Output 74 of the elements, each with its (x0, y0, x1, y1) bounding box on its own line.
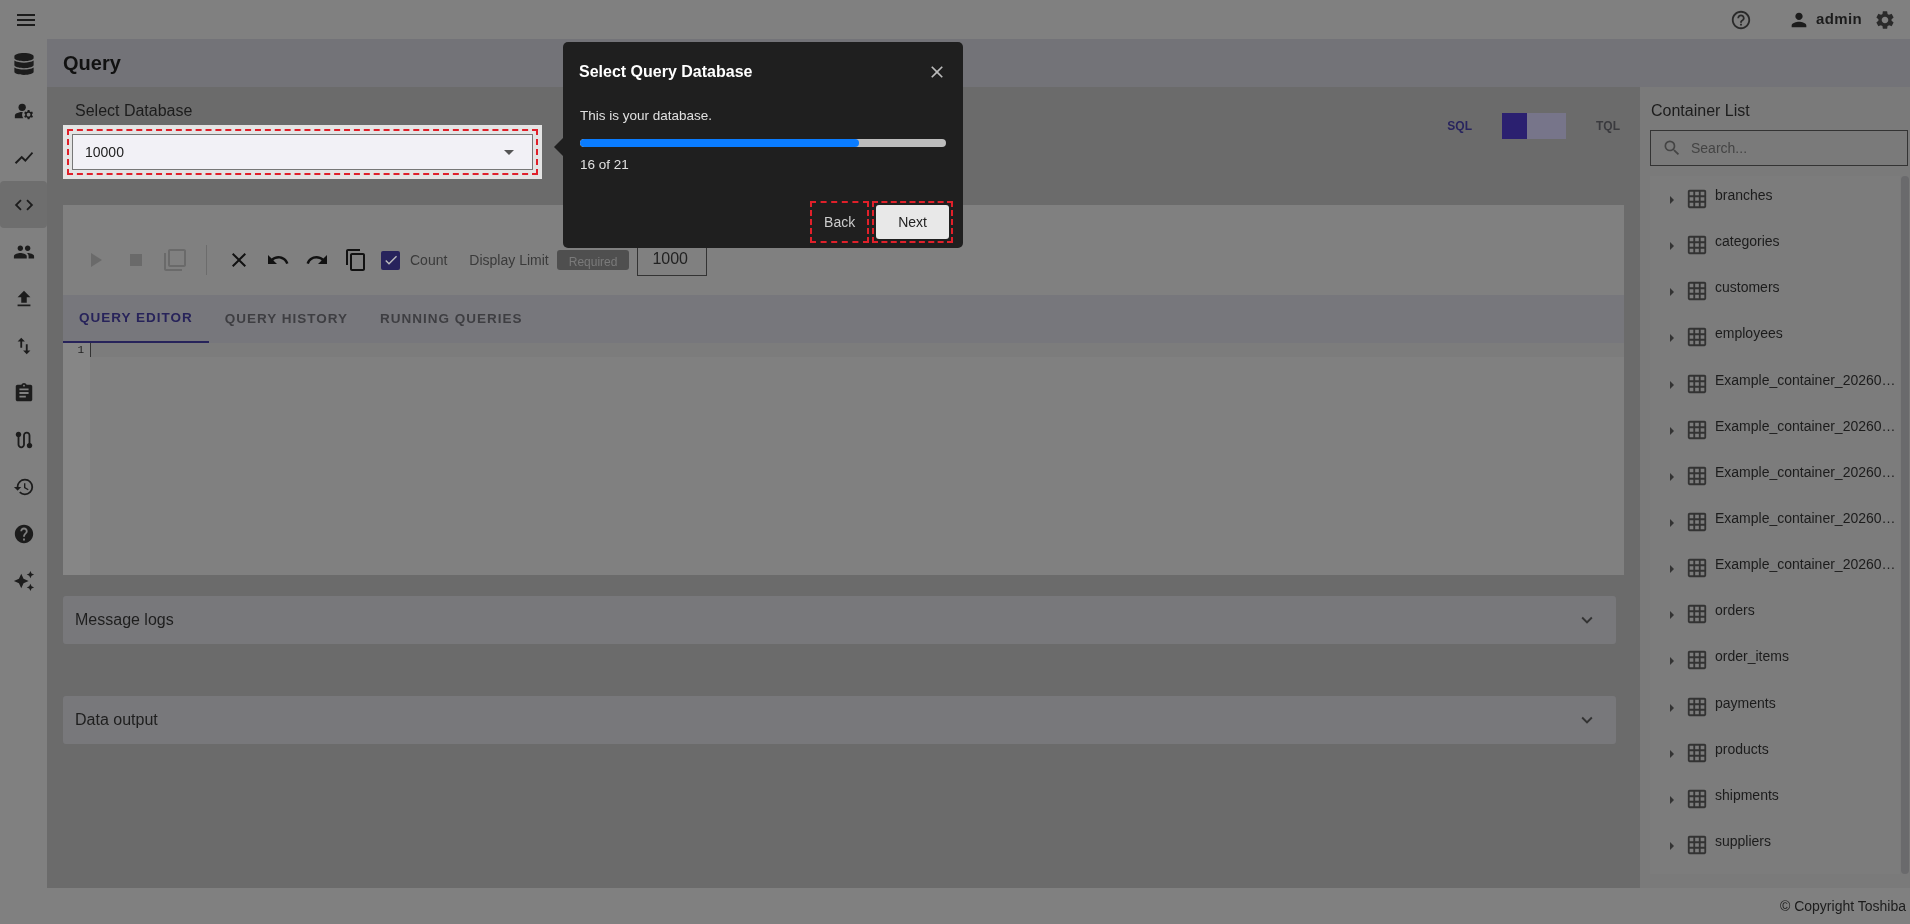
container-item[interactable]: Example_container_20260… (1650, 412, 1900, 459)
container-item[interactable]: customers (1650, 274, 1900, 321)
tab[interactable]: QUERY HISTORY (208, 295, 365, 343)
copy-icon (343, 248, 368, 272)
caret-icon (1670, 565, 1674, 574)
help-icon[interactable] (1729, 8, 1752, 31)
container-item[interactable]: orders (1650, 597, 1900, 644)
table-icon (1686, 787, 1708, 810)
caret-icon (1670, 472, 1674, 481)
line-number: 1 (77, 343, 84, 357)
mode-switch[interactable] (1502, 113, 1566, 139)
popover-title: Select Query Database (579, 62, 753, 82)
progress-text: 16 of 21 (580, 156, 630, 175)
caret-icon (1670, 426, 1674, 435)
caret-icon (1670, 795, 1674, 804)
caret-icon (1670, 380, 1674, 389)
database-select[interactable]: 10000 (72, 134, 533, 170)
search-icon (1662, 138, 1682, 158)
table-icon (1686, 280, 1708, 303)
tour-button[interactable]: Next (876, 205, 949, 239)
container-item[interactable]: categories (1650, 228, 1900, 275)
checkbox-label: Count (410, 250, 448, 270)
mode-label[interactable]: SQL (1447, 117, 1472, 135)
popover-text: This is your database. (580, 107, 714, 125)
container-item[interactable]: suppliers (1650, 827, 1900, 875)
table-icon (1686, 464, 1708, 487)
count-checkbox[interactable] (381, 250, 400, 270)
table-icon (1686, 603, 1708, 626)
container-item[interactable]: Example_container_20260… (1650, 458, 1900, 505)
caret-icon (1670, 196, 1674, 204)
user-name[interactable]: admin (1815, 8, 1862, 31)
collapsible-panel[interactable]: Data output (63, 696, 1616, 744)
table-icon (1686, 741, 1708, 764)
field-label: Display Limit (469, 250, 549, 270)
sparkles-icon (12, 569, 35, 592)
table-icon (1686, 234, 1708, 257)
caret-icon (1670, 519, 1674, 527)
caret-icon (1670, 657, 1674, 666)
table-icon (1686, 372, 1708, 395)
panel-title: Container List (1651, 101, 1751, 121)
table-icon (1686, 557, 1708, 580)
caret-icon (1670, 334, 1674, 343)
container-item[interactable]: Example_container_20260… (1650, 366, 1900, 413)
container-item[interactable]: employees (1650, 320, 1900, 367)
container-item[interactable]: payments (1650, 689, 1900, 736)
database-icon (12, 52, 35, 75)
caret-icon (1670, 703, 1674, 712)
container-item[interactable]: branches (1650, 182, 1900, 229)
table-icon (1686, 649, 1708, 672)
caret-icon (1670, 611, 1674, 620)
page-title: Query (63, 51, 121, 76)
table-icon (1686, 511, 1708, 533)
container-item[interactable]: order_items (1650, 643, 1900, 690)
caret-icon (1670, 841, 1674, 850)
table-icon (1686, 833, 1708, 856)
container-item[interactable]: shipments (1650, 781, 1900, 828)
table-icon (1686, 326, 1708, 349)
copyright-text: © Copyright Toshiba (1780, 896, 1906, 916)
container-item[interactable]: Example_container_20260… (1650, 505, 1900, 552)
caret-icon (1670, 749, 1674, 758)
caret-icon (1670, 242, 1674, 251)
table-icon (1686, 418, 1708, 441)
settings-icon[interactable] (1874, 8, 1896, 31)
table-icon (1686, 695, 1708, 718)
container-item[interactable]: products (1650, 735, 1900, 782)
caret-icon (1670, 288, 1674, 297)
tab[interactable]: RUNNING QUERIES (364, 295, 539, 343)
dropdown-icon (504, 149, 514, 155)
field-label: Select Database (75, 101, 194, 121)
sidebar-item[interactable] (0, 181, 47, 228)
help-icon (12, 522, 35, 545)
table-icon (1686, 188, 1708, 210)
container-item[interactable]: Example_container_20260… (1650, 551, 1900, 598)
collapsible-panel[interactable]: Message logs (63, 596, 1616, 644)
